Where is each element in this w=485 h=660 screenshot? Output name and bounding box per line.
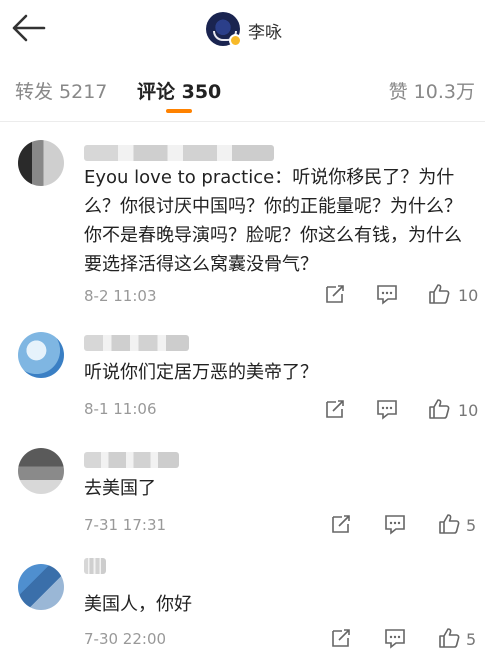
comment-item: 美国人，你好 7-30 22:00 5 [0,548,485,660]
username-blurred[interactable] [84,335,189,351]
reply-icon[interactable] [376,283,398,305]
like-icon[interactable] [438,627,460,649]
like-icon[interactable] [428,283,450,305]
username-blurred[interactable] [84,558,106,574]
comment-text: 听说你们定居万恶的美帝了？ [84,362,318,383]
repost-icon[interactable] [324,283,346,305]
comment-item: 听说你们定居万恶的美帝了？ 8-1 11:06 10 [0,318,485,436]
like-count: 10 [458,401,479,420]
reply-icon[interactable] [376,398,398,420]
active-tab-indicator [166,109,192,113]
username-blurred[interactable] [84,145,274,161]
reply-icon[interactable] [384,627,406,649]
comment-item: 去美国了 7-31 17:31 5 [0,436,485,548]
comment-time: 7-31 17:31 [84,516,167,534]
avatar[interactable] [18,332,64,378]
comment-item: Eyou love to practice：听说你移民了？为什么？你很讨厌中国吗… [0,122,485,318]
repost-icon[interactable] [324,398,346,420]
tab-repost[interactable]: 转发 5217 [15,77,107,104]
comment-text: 去美国了 [84,478,156,499]
avatar[interactable] [18,564,64,610]
username-blurred[interactable] [84,452,179,468]
like-count: 5 [466,630,477,649]
like-icon[interactable] [438,513,460,535]
like-count: 10 [458,286,479,305]
comment-time: 8-2 11:03 [84,287,157,305]
avatar[interactable] [18,140,64,186]
back-arrow-icon[interactable] [10,12,46,44]
like-icon[interactable] [428,398,450,420]
comment-time: 7-30 22:00 [84,630,167,648]
repost-icon[interactable] [330,513,352,535]
verified-badge-icon [229,34,242,47]
avatar[interactable] [18,448,64,494]
tab-likes[interactable]: 赞 10.3万 [389,77,475,104]
comment-text: Eyou love to practice：听说你移民了？为什么？你很讨厌中国吗… [84,167,462,275]
profile-name[interactable]: 李咏 [248,18,282,43]
reply-icon[interactable] [384,513,406,535]
top-bar: 李咏 [0,0,485,58]
comment-time: 8-1 11:06 [84,400,157,418]
repost-icon[interactable] [330,627,352,649]
like-count: 5 [466,516,477,535]
tab-comments[interactable]: 评论 350 [137,77,221,104]
comment-text: 美国人，你好 [84,594,192,615]
tab-bar: 转发 5217 评论 350 赞 10.3万 [0,58,485,122]
